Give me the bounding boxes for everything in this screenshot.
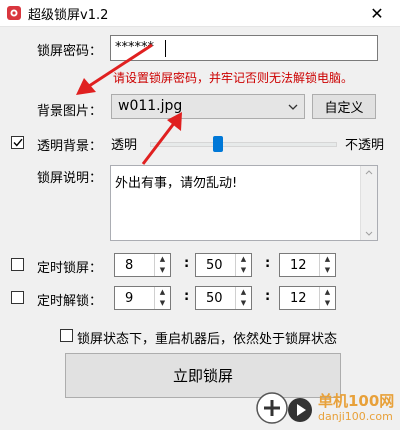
timed-lock-second-value: 12 [290,258,307,273]
description-textarea[interactable]: 外出有事，请勿乱动! [110,165,378,241]
spin-down-icon[interactable]: ▼ [320,265,335,276]
background-label: 背景图片： [37,104,103,119]
chevron-down-icon [288,104,298,110]
title-bar: 超级锁屏v1.2 ✕ [0,0,400,27]
timed-lock-minute[interactable]: 50 ▲ ▼ [195,253,252,277]
checkmark-icon [12,138,23,147]
watermark: 单机100网 danji100.com [256,388,400,430]
timed-unlock-minute-value: 50 [206,291,223,306]
spin-arrows[interactable]: ▲ ▼ [154,254,170,276]
watermark-play-icon [288,398,312,422]
spin-up-icon[interactable]: ▲ [155,287,170,298]
slider-max-label: 不透明 [345,138,385,153]
time-separator: : [184,289,190,304]
spin-up-icon[interactable]: ▲ [236,287,251,298]
scroll-up-icon[interactable] [365,170,373,175]
window-title: 超级锁屏v1.2 [28,8,109,23]
annotation-arrow-password [76,43,153,95]
spin-arrows[interactable]: ▲ ▼ [319,254,335,276]
spin-up-icon[interactable]: ▲ [155,254,170,265]
transparent-label: 透明背景： [37,139,103,154]
timed-unlock-label: 定时解锁： [37,294,103,309]
app-lock-icon [7,6,21,20]
spin-down-icon[interactable]: ▼ [236,298,251,309]
timed-unlock-hour-value: 9 [125,291,134,306]
watermark-domain: danji100.com [318,410,393,423]
timed-lock-second[interactable]: 12 ▲ ▼ [279,253,336,277]
spin-arrows[interactable]: ▲ ▼ [235,287,251,309]
spin-arrows[interactable]: ▲ ▼ [154,287,170,309]
description-text: 外出有事，请勿乱动! [115,176,238,191]
watermark-logo-icon [256,392,288,424]
transparent-checkbox[interactable] [11,136,24,149]
spin-down-icon[interactable]: ▼ [320,298,335,309]
timed-lock-checkbox[interactable] [11,258,24,271]
timed-lock-minute-value: 50 [206,258,223,273]
timed-unlock-hour[interactable]: 9 ▲ ▼ [114,286,171,310]
spin-arrows[interactable]: ▲ ▼ [235,254,251,276]
scroll-down-icon[interactable] [365,231,373,236]
spin-up-icon[interactable]: ▲ [320,254,335,265]
custom-background-button[interactable]: 自定义 [312,94,376,119]
spin-down-icon[interactable]: ▼ [155,298,170,309]
description-label: 锁屏说明： [37,171,103,186]
timed-unlock-second[interactable]: 12 ▲ ▼ [279,286,336,310]
timed-unlock-checkbox[interactable] [11,291,24,304]
spin-down-icon[interactable]: ▼ [155,265,170,276]
persist-lock-label: 锁屏状态下，重启机器后，依然处于锁屏状态 [77,332,338,347]
watermark-text: 单机100网 [318,392,395,410]
slider-min-label: 透明 [111,138,138,153]
persist-lock-checkbox[interactable] [60,329,73,342]
timed-lock-hour-value: 8 [125,258,134,273]
timed-lock-label: 定时锁屏： [37,261,103,276]
timed-unlock-minute[interactable]: 50 ▲ ▼ [195,286,252,310]
time-separator: : [265,256,271,271]
textarea-scrollbar[interactable] [360,166,377,240]
spin-up-icon[interactable]: ▲ [320,287,335,298]
timed-unlock-second-value: 12 [290,291,307,306]
spin-down-icon[interactable]: ▼ [236,265,251,276]
slider-thumb[interactable] [213,136,223,152]
close-button[interactable]: ✕ [354,0,400,26]
annotation-arrow-background [141,112,182,165]
time-separator: : [265,289,271,304]
timed-lock-hour[interactable]: 8 ▲ ▼ [114,253,171,277]
time-separator: : [184,256,190,271]
spin-arrows[interactable]: ▲ ▼ [319,287,335,309]
spin-up-icon[interactable]: ▲ [236,254,251,265]
